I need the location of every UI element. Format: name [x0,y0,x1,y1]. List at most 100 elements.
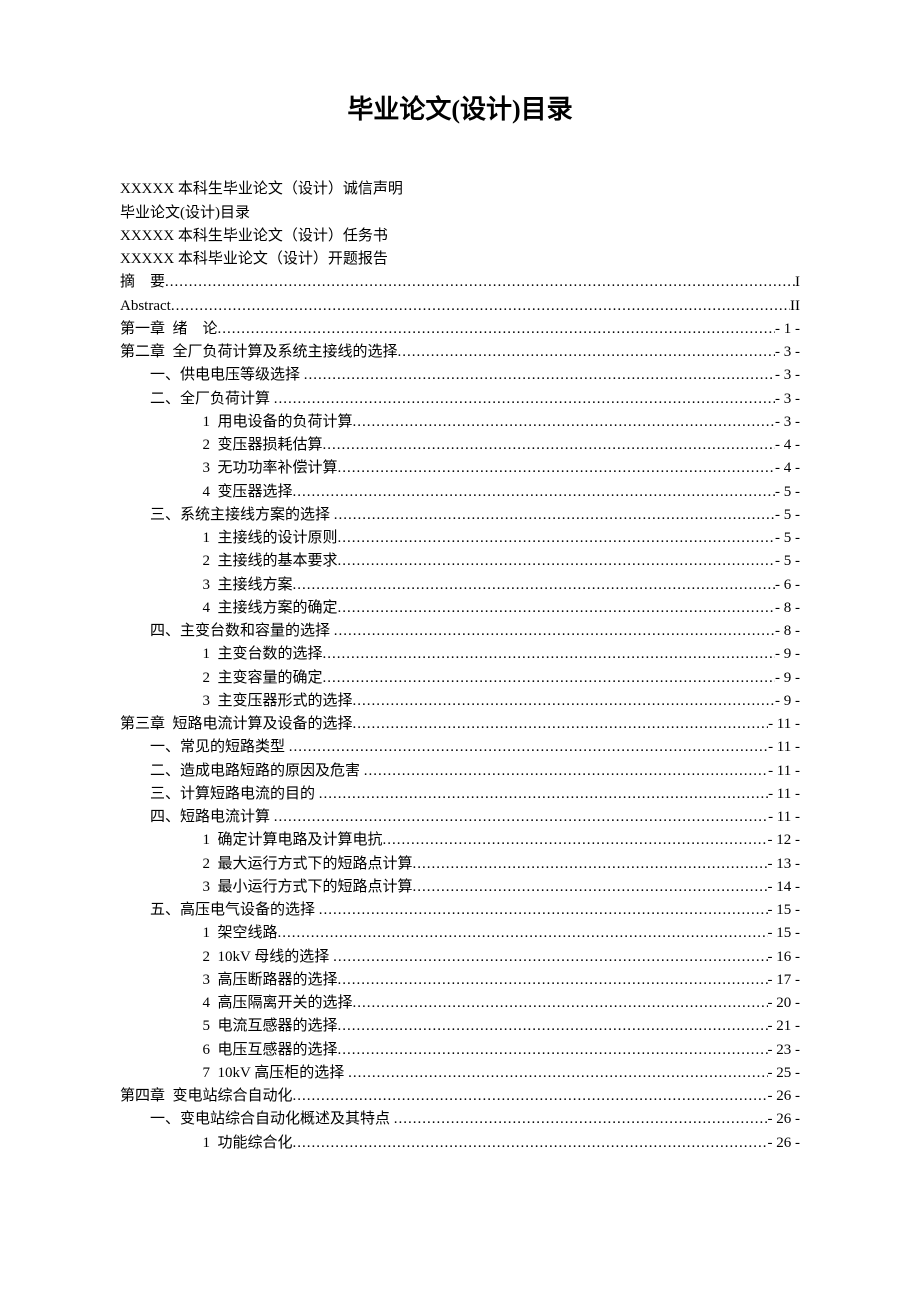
toc-leader-dots [338,1015,768,1030]
toc-entry-label: 2 主变容量的确定 [203,667,323,690]
toc-entry: 1 主接线的设计原则 - 5 - [120,527,800,550]
toc-leader-dots [274,806,768,821]
toc-entry-label: 3 主变压器形式的选择 [203,690,353,713]
toc-entry-label: 第一章 绪 论 [120,318,218,341]
toc-entry-page: - 1 - [775,318,800,341]
toc-entry-label: 一、供电电压等级选择 [150,364,304,387]
toc-entry-page: - 11 - [768,713,800,736]
toc-preface-block: XXXXX 本科生毕业论文（设计）诚信声明毕业论文(设计)目录XXXXX 本科生… [120,178,800,271]
toc-entry-label: 1 架空线路 [203,922,278,945]
toc-entry-label: 7 10kV 高压柜的选择 [203,1062,349,1085]
toc-entry-page: - 15 - [768,922,801,945]
toc-leader-dots [293,1132,768,1147]
toc-leader-dots [334,620,775,635]
toc-preface-line: XXXXX 本科毕业论文（设计）开题报告 [120,248,800,271]
toc-entry-label: 3 主接线方案 [203,574,293,597]
toc-entry-page: - 13 - [768,853,801,876]
toc-entry-label: 1 主变台数的选择 [203,643,323,666]
toc-entry-page: - 5 - [775,504,800,527]
toc-entry: 2 变压器损耗估算- 4 - [120,434,800,457]
toc-entry: 3 主接线方案- 6 - [120,574,800,597]
toc-entry-page: - 11 - [768,783,800,806]
toc-entry-label: 1 确定计算电路及计算电抗 [203,829,383,852]
toc-entry-page: - 5 - [775,481,800,504]
toc-leader-dots [171,295,790,310]
toc-leader-dots [413,853,768,868]
page-title: 毕业论文(设计)目录 [120,90,800,130]
toc-entry: 4 主接线方案的确定- 8 - [120,597,800,620]
toc-leader-dots [338,1039,768,1054]
toc-entry-label: 一、常见的短路类型 [150,736,289,759]
toc-entry: Abstract II [120,295,800,318]
toc-preface-line: XXXXX 本科生毕业论文（设计）任务书 [120,225,800,248]
toc-entry-label: 第三章 短路电流计算及设备的选择 [120,713,353,736]
toc-entry: 第一章 绪 论 - 1 - [120,318,800,341]
toc-entry-label: 2 变压器损耗估算 [203,434,323,457]
toc-entry: 5 电流互感器的选择- 21 - [120,1015,800,1038]
toc-entry-label: 5 电流互感器的选择 [203,1015,338,1038]
toc-entry-label: 6 电压互感器的选择 [203,1039,338,1062]
toc-entry-page: - 25 - [768,1062,801,1085]
toc-entry: 3 主变压器形式的选择- 9 - [120,690,800,713]
toc-entry-page: - 12 - [768,829,801,852]
toc-entry-page: - 15 - [768,899,801,922]
toc-entry: 1 功能综合化 - 26 - [120,1132,800,1155]
toc-leader-dots [304,364,775,379]
toc-entry-label: 第四章 变电站综合自动化 [120,1085,293,1108]
toc-entry-page: - 26 - [768,1132,801,1155]
toc-leader-dots [165,271,795,286]
toc-entry: 3 高压断路器的选择- 17 - [120,969,800,992]
toc-entry-label: 3 最小运行方式下的短路点计算 [203,876,413,899]
toc-entry: 第二章 全厂负荷计算及系统主接线的选择 - 3 - [120,341,800,364]
toc-leader-dots [353,992,768,1007]
toc-entry-page: - 3 - [775,411,800,434]
toc-entry-page: - 5 - [775,527,800,550]
toc-entry: 1 架空线路 - 15 - [120,922,800,945]
toc-leader-dots [338,550,775,565]
toc-leader-dots [293,481,775,496]
document-page: 毕业论文(设计)目录 XXXXX 本科生毕业论文（设计）诚信声明毕业论文(设计)… [0,0,920,1215]
toc-entry-page: - 23 - [768,1039,801,1062]
toc-entry-label: 1 用电设备的负荷计算 [203,411,353,434]
toc-entry-label: 第二章 全厂负荷计算及系统主接线的选择 [120,341,398,364]
toc-entry: 五、高压电气设备的选择 - 15 - [120,899,800,922]
toc-leader-dots [394,1108,768,1123]
toc-leader-dots [364,760,768,775]
toc-leader-dots [353,411,775,426]
toc-entry-label: 4 主接线方案的确定 [203,597,338,620]
toc-entry-label: 四、主变台数和容量的选择 [150,620,334,643]
toc-entry: 1 用电设备的负荷计算 - 3 - [120,411,800,434]
toc-entry-label: 1 主接线的设计原则 [203,527,338,550]
toc-leader-dots [383,829,768,844]
toc-leader-dots [334,504,775,519]
toc-leader-dots [338,527,775,542]
toc-entry-label: 4 变压器选择 [203,481,293,504]
toc-entry-label: 1 功能综合化 [203,1132,293,1155]
toc-entry-label: 2 主接线的基本要求 [203,550,338,573]
toc-list: 摘 要IAbstractII第一章 绪 论- 1 -第二章 全厂负荷计算及系统主… [120,271,800,1155]
toc-entry-label: 3 无功功率补偿计算 [203,457,338,480]
toc-entry: 二、造成电路短路的原因及危害 - 11 - [120,760,800,783]
toc-entry-label: 五、高压电气设备的选择 [150,899,319,922]
toc-leader-dots [218,318,775,333]
toc-entry-label: 二、造成电路短路的原因及危害 [150,760,364,783]
toc-entry-page: II [790,295,800,318]
toc-entry: 二、全厂负荷计算 - 3 - [120,388,800,411]
toc-entry-label: 2 最大运行方式下的短路点计算 [203,853,413,876]
toc-entry-page: - 11 - [768,760,800,783]
toc-entry-label: 2 10kV 母线的选择 [203,946,334,969]
toc-entry-label: Abstract [120,295,171,318]
toc-entry-page: - 11 - [768,736,800,759]
toc-entry-page: - 5 - [775,550,800,573]
toc-leader-dots [398,341,775,356]
toc-entry-page: I [795,271,800,294]
toc-preface-line: 毕业论文(设计)目录 [120,202,800,225]
toc-leader-dots [319,899,768,914]
toc-entry: 3 无功功率补偿计算- 4 - [120,457,800,480]
toc-entry-page: - 3 - [775,341,800,364]
toc-entry: 三、计算短路电流的目的 - 11 - [120,783,800,806]
toc-leader-dots [319,783,768,798]
toc-entry-label: 3 高压断路器的选择 [203,969,338,992]
toc-entry-page: - 8 - [775,620,800,643]
toc-leader-dots [338,457,775,472]
